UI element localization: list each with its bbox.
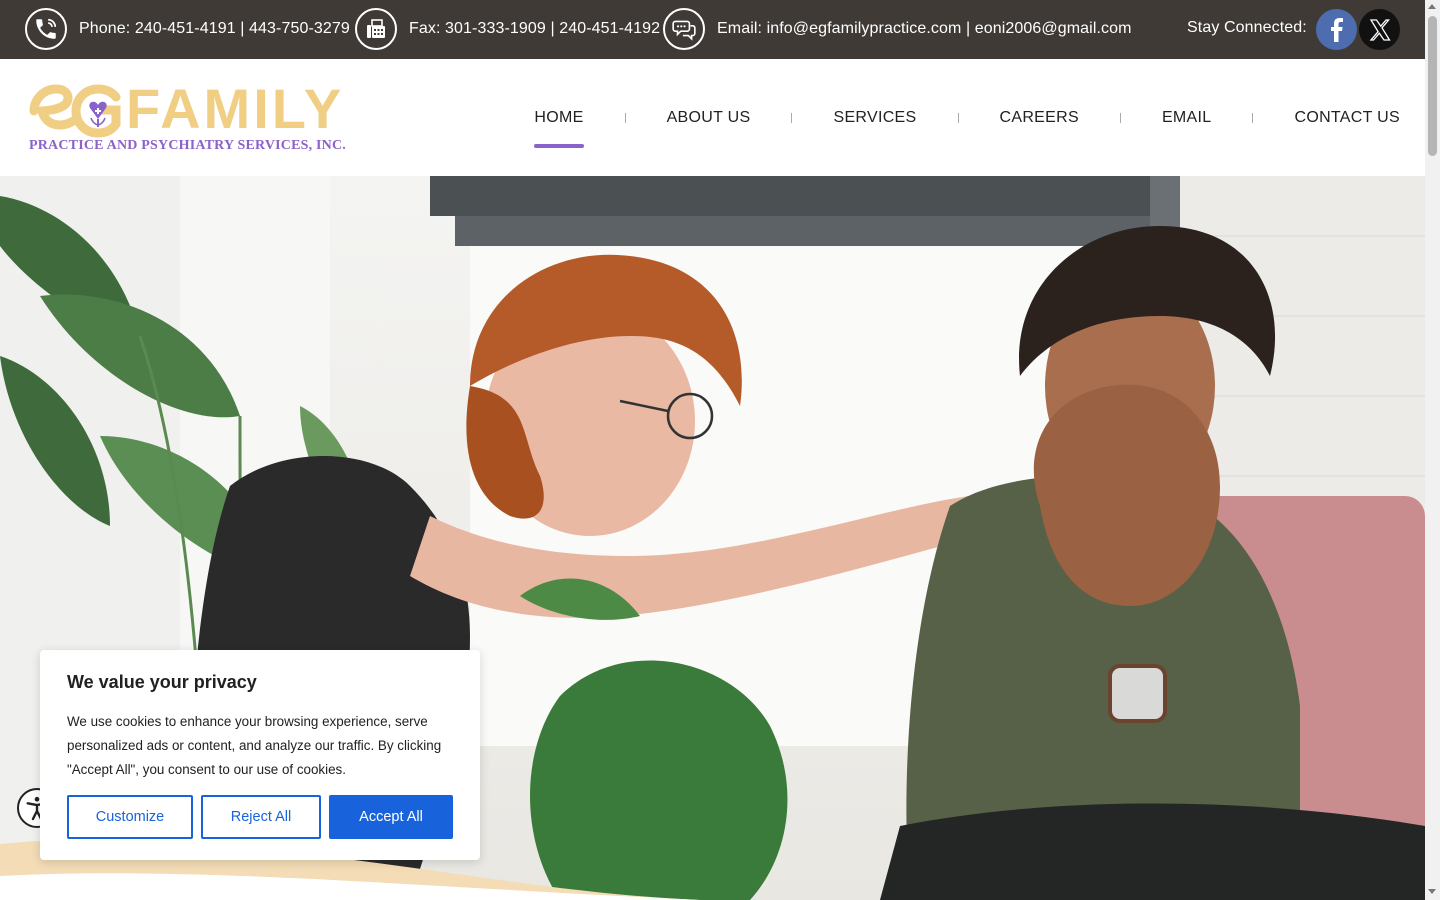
scroll-down-arrow-icon[interactable] (1428, 889, 1436, 894)
main-navigation: HOME ABOUT US SERVICES CAREERS EMAIL CON… (534, 59, 1400, 176)
nav-careers[interactable]: CAREERS (1000, 109, 1079, 127)
nav-divider (1252, 112, 1254, 123)
cookie-buttons: Customize Reject All Accept All (67, 795, 453, 839)
cookie-consent-banner: We value your privacy We use cookies to … (40, 650, 480, 860)
x-icon[interactable] (1359, 9, 1400, 50)
contact-top-bar: Phone: 240-451-4191 | 443-750-3279 Fax: … (0, 0, 1425, 59)
nav-home[interactable]: HOME (534, 109, 584, 148)
phone-icon (25, 8, 67, 50)
accept-all-button[interactable]: Accept All (329, 795, 453, 839)
nav-divider (624, 112, 626, 123)
logo-wordmark: FAMILY (126, 77, 345, 140)
scroll-up-arrow-icon[interactable] (1428, 4, 1436, 9)
site-logo[interactable]: FAMILY PRACTICE AND PSYCHIATRY SERVICES,… (26, 81, 356, 161)
fax-numbers: Fax: 301-333-1909 | 240-451-4192 (409, 20, 661, 37)
nav-about-us[interactable]: ABOUT US (667, 109, 751, 127)
stay-connected-label: Stay Connected: (1187, 19, 1307, 36)
nav-divider (957, 112, 959, 123)
nav-divider (1119, 112, 1121, 123)
phone-numbers[interactable]: Phone: 240-451-4191 | 443-750-3279 (79, 20, 350, 38)
page-scrollbar[interactable] (1425, 0, 1440, 900)
email-addresses[interactable]: Email: info@egfamilypractice.com | eoni2… (717, 20, 1132, 38)
customize-button[interactable]: Customize (67, 795, 193, 839)
fax-contact: Fax: 301-333-1909 | 240-451-4192 (355, 8, 660, 50)
scroll-thumb[interactable] (1428, 16, 1437, 156)
cookie-banner-body: We use cookies to enhance your browsing … (67, 714, 442, 777)
nav-services[interactable]: SERVICES (833, 109, 916, 127)
email-contact: Email: info@egfamilypractice.com | eoni2… (663, 8, 1132, 50)
nav-contact-us[interactable]: CONTACT US (1294, 109, 1400, 127)
eg-logo-mark (29, 84, 121, 138)
site-header: FAMILY PRACTICE AND PSYCHIATRY SERVICES,… (0, 59, 1425, 176)
facebook-icon[interactable] (1316, 9, 1357, 50)
chat-icon (663, 8, 705, 50)
cookie-banner-title: We value your privacy (67, 672, 257, 692)
fax-icon (355, 8, 397, 50)
logo-tagline: PRACTICE AND PSYCHIATRY SERVICES, INC. (29, 138, 346, 153)
reject-all-button[interactable]: Reject All (201, 795, 321, 839)
phone-contact: Phone: 240-451-4191 | 443-750-3279 (25, 8, 350, 50)
nav-divider (791, 112, 793, 123)
nav-email[interactable]: EMAIL (1162, 109, 1212, 127)
